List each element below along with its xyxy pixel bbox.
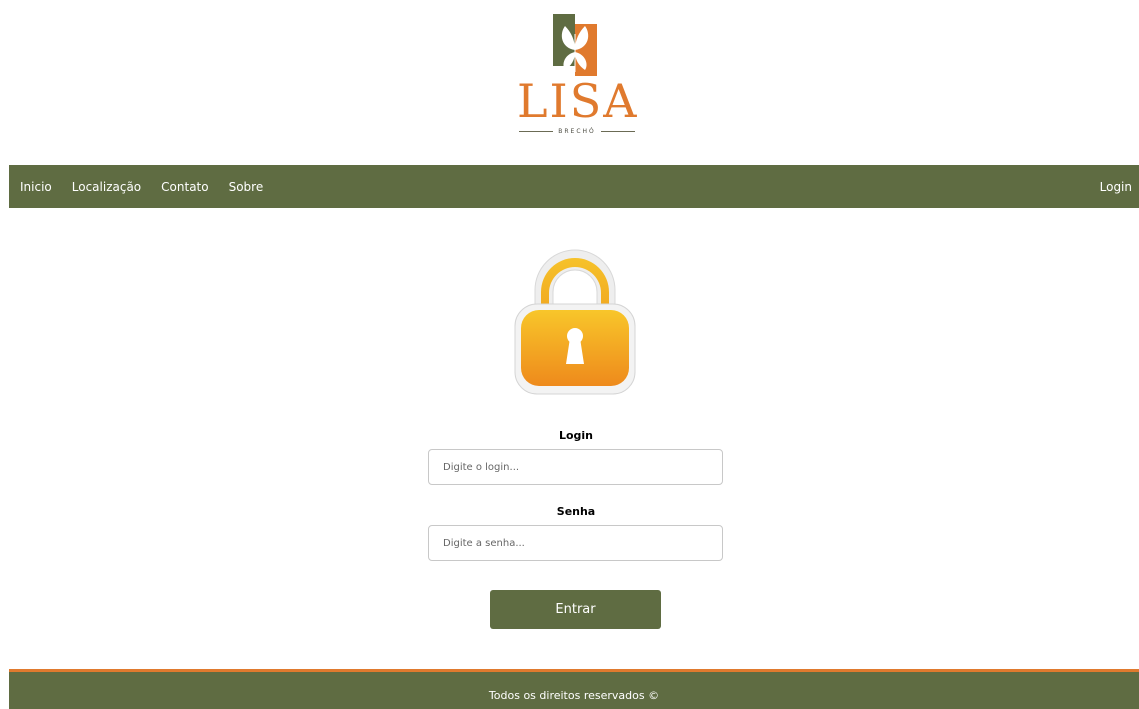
nav-link-sobre[interactable]: Sobre	[229, 180, 264, 194]
padlock-icon	[514, 249, 636, 395]
password-input[interactable]	[428, 525, 723, 561]
leaf-logo-icon	[553, 14, 597, 76]
main-navbar: Inicio Localização Contato Sobre Login	[9, 165, 1139, 208]
password-label: Senha	[556, 505, 596, 518]
nav-links: Inicio Localização Contato Sobre	[20, 165, 263, 208]
nav-link-login[interactable]: Login	[1100, 180, 1132, 194]
login-label: Login	[558, 429, 594, 442]
nav-link-inicio[interactable]: Inicio	[20, 180, 52, 194]
nav-link-localizacao[interactable]: Localização	[72, 180, 141, 194]
brand-logo: LISA BRECHÓ	[517, 14, 639, 135]
nav-link-contato[interactable]: Contato	[161, 180, 208, 194]
copyright-text: Todos os direitos reservados ©	[488, 689, 660, 702]
footer: Todos os direitos reservados ©	[9, 669, 1139, 709]
login-input[interactable]	[428, 449, 723, 485]
submit-button[interactable]: Entrar	[490, 590, 661, 629]
brand-name: LISA	[517, 74, 639, 128]
brand-tagline: BRECHÓ	[517, 126, 637, 138]
